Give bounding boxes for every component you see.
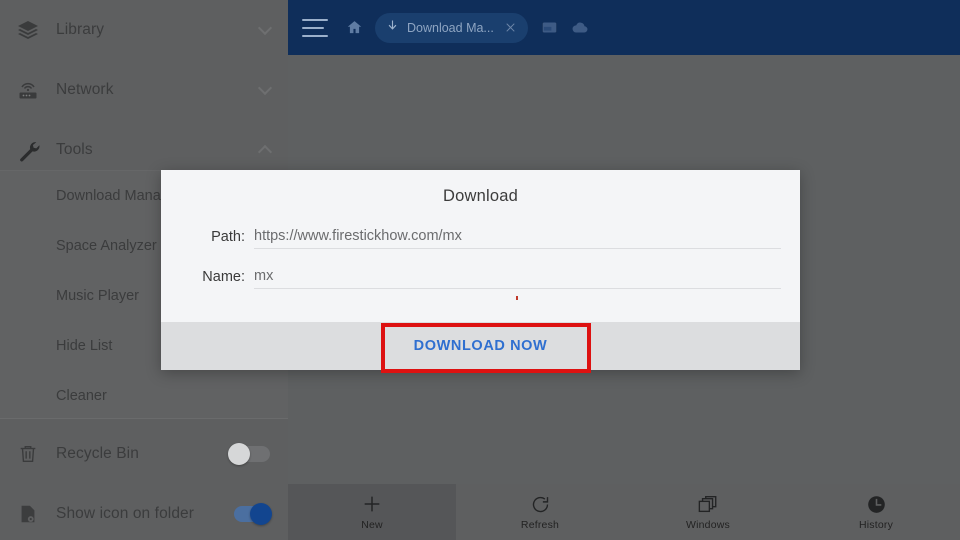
- name-input[interactable]: mx: [254, 268, 781, 289]
- chevron-up-icon[interactable]: [257, 143, 273, 160]
- dialog-footer: DOWNLOAD NOW: [161, 322, 800, 370]
- recycle-bin-toggle[interactable]: [228, 443, 272, 465]
- text-caret-marker: [516, 296, 518, 300]
- show-icon-on-folder-toggle[interactable]: [228, 503, 272, 525]
- bottom-item-label: Windows: [686, 519, 730, 531]
- bottom-item-label: Refresh: [520, 519, 560, 531]
- path-label: Path:: [211, 229, 245, 245]
- submenu-item-label: Hide List: [56, 338, 113, 354]
- cloud-icon[interactable]: [571, 21, 588, 34]
- wrench-icon: [0, 138, 56, 162]
- sidebar-item-label: Show icon on folder: [56, 505, 195, 522]
- path-field-row: Path: https://www.firestickhow.com/mx: [183, 228, 781, 249]
- plus-icon: [361, 493, 383, 515]
- chevron-down-icon[interactable]: [257, 80, 273, 97]
- submenu-item-cleaner[interactable]: Cleaner: [0, 371, 288, 421]
- window-icon[interactable]: [542, 21, 557, 34]
- sidebar-item-label: Tools: [56, 141, 93, 158]
- sidebar-item-show-icon-on-folder[interactable]: Show icon on folder: [0, 484, 288, 540]
- download-dialog: Download Path: https://www.firestickhow.…: [161, 170, 800, 370]
- bottom-item-new[interactable]: New: [288, 484, 456, 540]
- bottom-item-label: New: [361, 519, 383, 531]
- router-icon: [0, 79, 56, 101]
- close-icon[interactable]: [500, 17, 522, 39]
- layers-icon: [0, 18, 56, 42]
- app-root: Library Network Tools Download Manager S…: [0, 0, 960, 540]
- path-input[interactable]: https://www.firestickhow.com/mx: [254, 228, 781, 249]
- submenu-item-label: Cleaner: [56, 388, 107, 404]
- dialog-title: Download: [443, 187, 518, 205]
- sidebar-item-recycle-bin[interactable]: Recycle Bin: [0, 424, 288, 484]
- name-label: Name:: [202, 269, 245, 285]
- tab-title: Download Ma...: [407, 20, 494, 35]
- bottom-item-label: History: [858, 519, 894, 531]
- folder-eye-icon: [0, 503, 56, 525]
- bottom-item-refresh[interactable]: Refresh: [456, 484, 624, 540]
- bottom-item-history[interactable]: History: [792, 484, 960, 540]
- refresh-icon: [530, 493, 551, 515]
- download-arrow-icon: [385, 18, 400, 38]
- submenu-item-label: Space Analyzer: [56, 238, 157, 254]
- name-field-row: Name: mx: [183, 268, 781, 289]
- sidebar-item-library[interactable]: Library: [0, 0, 288, 60]
- top-bar: Download Ma...: [288, 0, 960, 55]
- submenu-item-label: Music Player: [56, 288, 139, 304]
- browser-tab[interactable]: Download Ma...: [375, 12, 528, 43]
- bottom-item-windows[interactable]: Windows: [624, 484, 792, 540]
- sidebar-item-label: Recycle Bin: [56, 445, 139, 462]
- clock-icon: [866, 493, 887, 515]
- bottom-toolbar: New Refresh Windows History: [288, 484, 960, 540]
- trash-icon: [0, 443, 56, 465]
- sidebar-item-label: Network: [56, 81, 114, 98]
- chevron-down-icon[interactable]: [257, 20, 273, 37]
- sidebar-divider: [0, 418, 288, 419]
- hamburger-icon[interactable]: [302, 17, 332, 39]
- sidebar-item-label: Library: [56, 21, 105, 38]
- sidebar-item-network[interactable]: Network: [0, 60, 288, 120]
- home-icon[interactable]: [346, 19, 363, 36]
- download-now-button[interactable]: DOWNLOAD NOW: [414, 338, 548, 354]
- windows-stack-icon: [697, 493, 719, 515]
